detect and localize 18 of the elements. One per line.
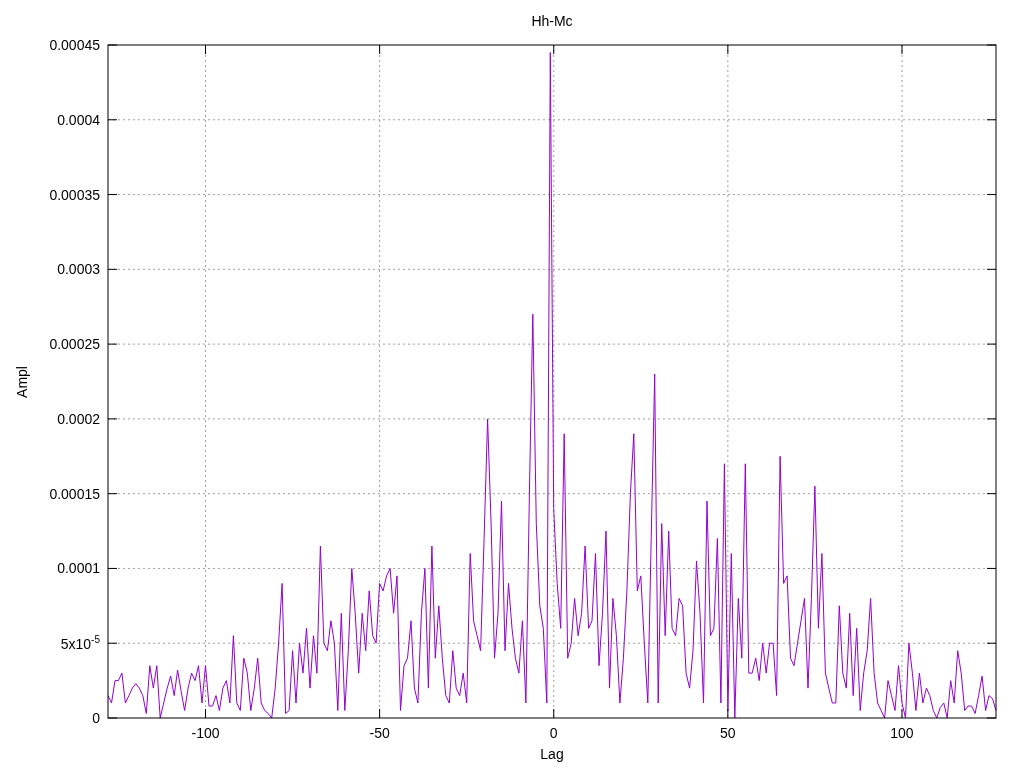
- tick-label: 0: [92, 711, 100, 725]
- tick-label: 0.0003: [57, 262, 100, 277]
- tick-label: 0.0004: [57, 112, 100, 127]
- tick-label: 5x10$^{-5}$: [60, 635, 100, 652]
- tick-label: 0.00015: [49, 486, 100, 501]
- tick-label: 100: [890, 725, 914, 741]
- tick-label: 0.00035: [49, 187, 100, 202]
- tick-label: 0.0001: [57, 561, 100, 576]
- axis-title: Ampl: [13, 365, 30, 398]
- tick-label: -100: [191, 725, 220, 741]
- plot-title: Hh-Mc: [531, 13, 573, 29]
- tick-label: 50: [720, 725, 736, 741]
- axis-title: Lag: [540, 746, 564, 762]
- tick-label: -50: [369, 725, 390, 741]
- tick-label: 0: [549, 725, 558, 741]
- tick-label: 0.00025: [49, 337, 100, 352]
- tick-label: 0.00045: [49, 38, 100, 52]
- tick-label: 0.0002: [57, 411, 100, 426]
